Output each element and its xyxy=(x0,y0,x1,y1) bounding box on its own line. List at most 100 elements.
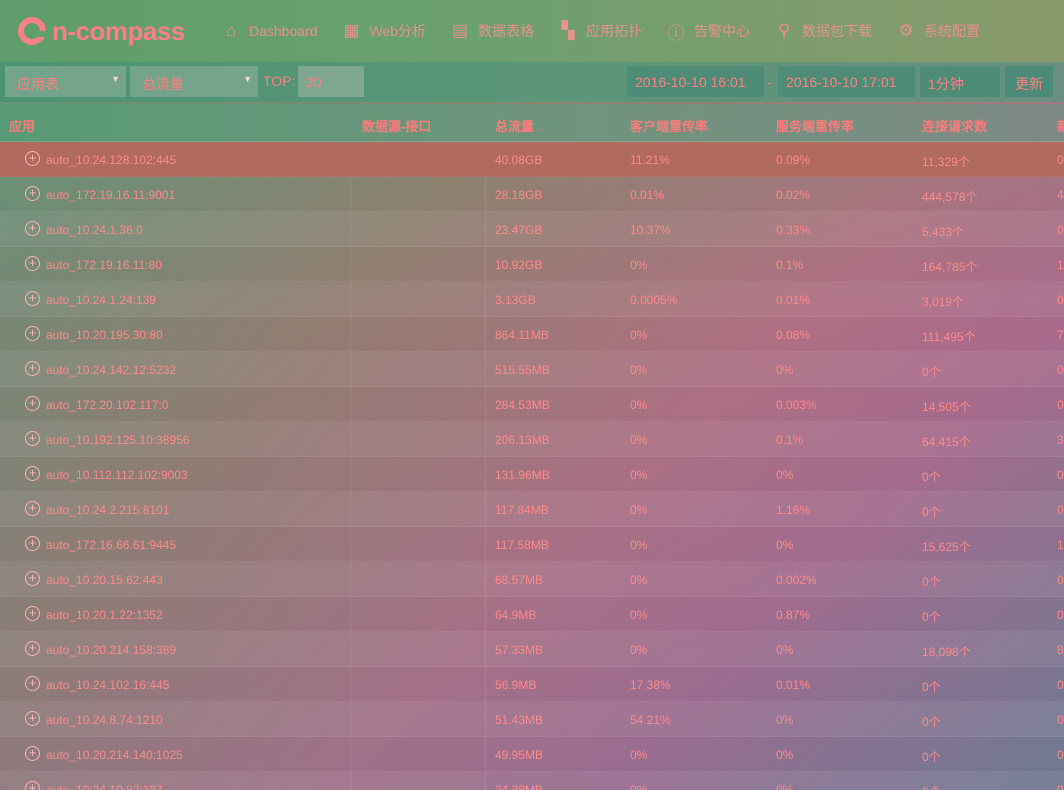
expand-plus-icon[interactable]: + xyxy=(25,326,40,341)
cell-client-retrans: 17.38% xyxy=(630,678,671,692)
search-icon: ⚲ xyxy=(777,21,791,40)
cell-conn-requests: 0个 xyxy=(922,680,941,694)
expand-plus-icon[interactable]: + xyxy=(25,256,40,271)
alert-icon: ⓘ xyxy=(667,23,685,43)
cell-client-retrans: 0% xyxy=(630,398,648,412)
table-row[interactable]: + auto_10.192.125.10:38956 206.13MB 0% 0.1% 6… xyxy=(0,422,1064,457)
brand-logo[interactable]: n-compass xyxy=(18,16,208,47)
interval-select[interactable]: 1分钟 xyxy=(920,66,1000,97)
cell-app: auto_10.112.112.102:9003 xyxy=(46,468,188,482)
expand-plus-icon[interactable]: + xyxy=(25,501,40,516)
expand-plus-icon[interactable]: + xyxy=(25,151,40,166)
expand-plus-icon[interactable]: + xyxy=(25,221,40,236)
cell-app: auto_10.24.8.74:1210 xyxy=(46,713,163,727)
cell-app: auto_10.20.15.62:443 xyxy=(46,573,163,587)
cell-conn-requests: 0个 xyxy=(922,783,941,790)
header-server-retrans[interactable]: 服务端重传率 xyxy=(776,116,854,135)
header-new[interactable]: 新 xyxy=(1057,116,1064,135)
table-body: + auto_10.24.128.102:445 40.08GB 11.21% 0.09… xyxy=(0,142,1064,790)
chevron-down-icon: ▼ xyxy=(111,74,120,84)
cell-app: auto_10.192.125.10:38956 xyxy=(46,433,190,447)
cell-conn-requests: 3,019个 xyxy=(922,295,965,309)
expand-plus-icon[interactable]: + xyxy=(25,676,40,691)
nav-item-1[interactable]: ▦ Web分析 xyxy=(332,0,438,62)
header-client-retrans[interactable]: 客户端重传率 xyxy=(630,116,708,135)
cell-new: 0 xyxy=(1057,398,1064,412)
gear-icon: ⚙ xyxy=(898,21,914,40)
expand-plus-icon[interactable]: + xyxy=(25,571,40,586)
header-source-interface[interactable]: 数据源-接口 xyxy=(362,116,431,135)
cell-client-retrans: 0% xyxy=(630,503,648,517)
cell-server-retrans: 0% xyxy=(776,748,794,762)
cell-total-traffic: 864.11MB xyxy=(495,328,549,342)
expand-plus-icon[interactable]: + xyxy=(25,781,40,790)
table-row[interactable]: + auto_10.24.102.16:445 56.9MB 17.38% 0.01% 0… xyxy=(0,667,1064,702)
table-row[interactable]: + auto_172.19.16.11:80 10.92GB 0% 0.1% 164,78… xyxy=(0,247,1064,282)
nav-item-label: Web分析 xyxy=(369,23,427,39)
table-row[interactable]: + auto_10.20.15.62:443 68.57MB 0% 0.002% 0个 0 xyxy=(0,562,1064,597)
table-row[interactable]: + auto_172.20.102.117:0 284.53MB 0% 0.003% 14… xyxy=(0,387,1064,422)
header-total-traffic[interactable]: 总流量 xyxy=(495,116,545,135)
cell-total-traffic: 51.43MB xyxy=(495,713,544,727)
table-row[interactable]: + auto_10.24.128.102:445 40.08GB 11.21% 0.09… xyxy=(0,142,1064,177)
expand-plus-icon[interactable]: + xyxy=(25,641,40,656)
nav-item-3[interactable]: ▚ 应用拓扑 xyxy=(548,0,653,62)
nav-item-6[interactable]: ⚙ 系统配置 xyxy=(886,0,991,62)
cell-server-retrans: 0.33% xyxy=(776,223,811,237)
cell-client-retrans: 0.01% xyxy=(630,188,665,202)
cell-client-retrans: 0% xyxy=(630,573,648,587)
expand-plus-icon[interactable]: + xyxy=(25,396,40,411)
table-row[interactable]: + auto_10.24.1.36:0 23.47GB 10.37% 0.33% 5,43… xyxy=(0,212,1064,247)
cell-conn-requests: 444,578个 xyxy=(922,190,978,204)
expand-plus-icon[interactable]: + xyxy=(25,536,40,551)
header-app[interactable]: 应用 xyxy=(9,116,35,135)
table-select[interactable]: 应用表 ▼ xyxy=(5,66,126,97)
table-header: 应用 数据源-接口 总流量 客户端重传率 服务端重传率 连接请求数 新 xyxy=(0,104,1064,142)
expand-plus-icon[interactable]: + xyxy=(25,361,40,376)
table-row[interactable]: + auto_10.20.1.22:1352 64.9MB 0% 0.87% 0个 0 xyxy=(0,597,1064,632)
cell-new: 0 xyxy=(1057,468,1064,482)
cell-app: auto_172.19.16.11:9001 xyxy=(46,188,176,202)
top-count-input[interactable]: 20 xyxy=(298,66,364,97)
refresh-button[interactable]: 更新 xyxy=(1005,66,1053,97)
expand-plus-icon[interactable]: + xyxy=(25,431,40,446)
table-row[interactable]: + auto_10.24.8.74:1210 51.43MB 54.21% 0% 0个 0 xyxy=(0,702,1064,737)
cell-app: auto_172.16.66.61:9445 xyxy=(46,538,177,552)
cell-new: 1 xyxy=(1057,258,1064,272)
header-conn-requests[interactable]: 连接请求数 xyxy=(922,116,987,135)
time-separator: - xyxy=(767,74,772,90)
metric-select[interactable]: 总流量 ▼ xyxy=(130,66,258,97)
nav-item-label: 数据表格 xyxy=(478,23,535,39)
cell-client-retrans: 0% xyxy=(630,258,648,272)
table-row[interactable]: + auto_172.19.16.11:9001 28.18GB 0.01% 0.02%… xyxy=(0,177,1064,212)
start-time-input[interactable]: 2016-10-10 16:01 xyxy=(627,66,764,97)
cell-new: 7 xyxy=(1057,328,1064,342)
end-time-input[interactable]: 2016-10-10 17:01 xyxy=(778,66,915,97)
cell-server-retrans: 0% xyxy=(776,643,794,657)
table-row[interactable]: + auto_10.24.10.82:137 24.38MB 0% 0% 0个 0 xyxy=(0,772,1064,790)
expand-plus-icon[interactable]: + xyxy=(25,466,40,481)
expand-plus-icon[interactable]: + xyxy=(25,606,40,621)
nav-item-2[interactable]: ▤ 数据表格 xyxy=(440,0,545,62)
cell-client-retrans: 0% xyxy=(630,433,648,447)
expand-plus-icon[interactable]: + xyxy=(25,291,40,306)
table-row[interactable]: + auto_10.24.142.12:5232 515.55MB 0% 0% 0个 0 xyxy=(0,352,1064,387)
cell-client-retrans: 54.21% xyxy=(630,713,671,727)
expand-plus-icon[interactable]: + xyxy=(25,746,40,761)
cell-new: 0 xyxy=(1057,608,1064,622)
table-row[interactable]: + auto_10.24.2.215:8101 117.84MB 0% 1.16% 0个 0 xyxy=(0,492,1064,527)
expand-plus-icon[interactable]: + xyxy=(25,186,40,201)
table-row[interactable]: + auto_172.16.66.61:9445 117.58MB 0% 0% 15,62… xyxy=(0,527,1064,562)
table-row[interactable]: + auto_10.112.112.102:9003 131.96MB 0% 0% 0个 0 xyxy=(0,457,1064,492)
top-navigation: n-compass ⌂ Dashboard ▦ Web分析 ▤ 数据表格 ▚ 应用拓扑 ⓘ 告警中… xyxy=(0,0,1064,62)
nav-item-4[interactable]: ⓘ 告警中心 xyxy=(656,0,761,62)
nav-item-0[interactable]: ⌂ Dashboard xyxy=(211,0,329,62)
nav-item-5[interactable]: ⚲ 数据包下载 xyxy=(764,0,883,62)
expand-plus-icon[interactable]: + xyxy=(25,711,40,726)
table-row[interactable]: + auto_10.20.214.140:1025 49.95MB 0% 0% 0个 0 xyxy=(0,737,1064,772)
table-row[interactable]: + auto_10.20.214.158:389 57.33MB 0% 0% 18,098… xyxy=(0,632,1064,667)
cell-new: 0 xyxy=(1057,223,1064,237)
cell-conn-requests: 18,098个 xyxy=(922,645,971,659)
table-row[interactable]: + auto_10.24.1.24:139 3.13GB 0.0005% 0.01% 3,… xyxy=(0,282,1064,317)
table-row[interactable]: + auto_10.20.195.30:80 864.11MB 0% 0.08% 111,… xyxy=(0,317,1064,352)
